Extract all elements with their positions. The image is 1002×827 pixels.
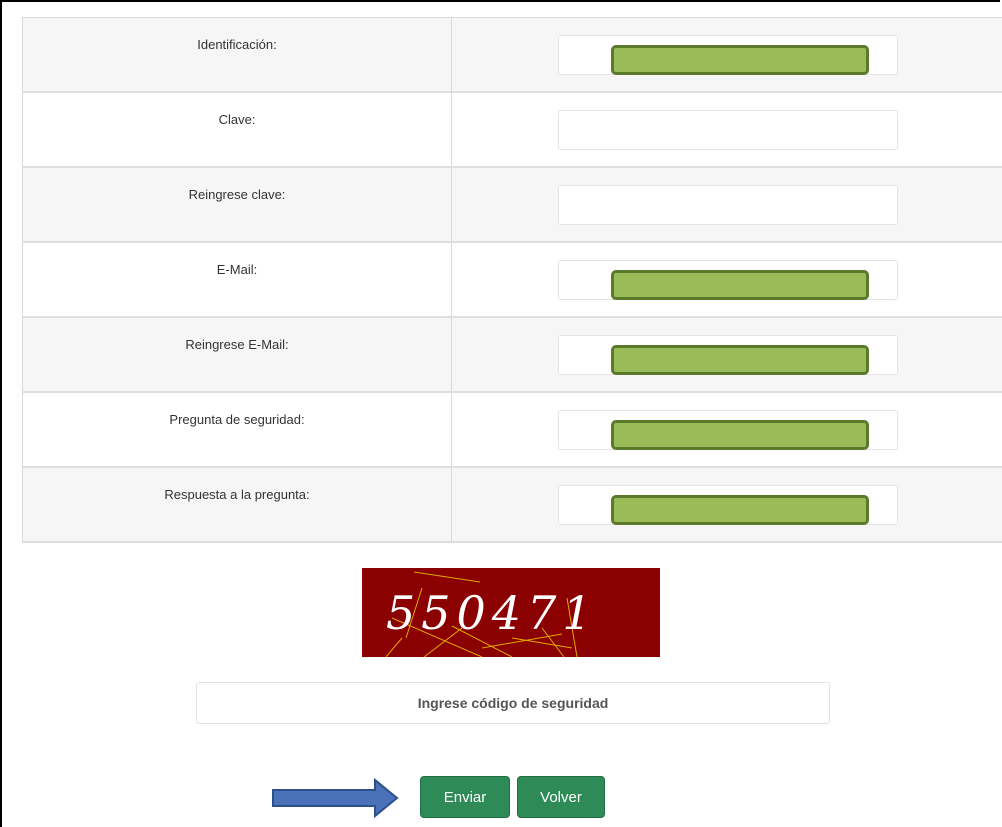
reingrese-email-input[interactable] <box>558 335 898 375</box>
reingrese-clave-label: Reingrese clave: <box>188 187 286 202</box>
form-row-reingrese-clave: Reingrese clave: <box>22 166 1002 243</box>
captcha-image: 550471 <box>362 568 660 657</box>
registration-form: Identificación: Clave: Reingrese clave: … <box>22 17 1002 543</box>
clave-label: Clave: <box>218 112 256 127</box>
form-row-respuesta: Respuesta a la pregunta: <box>22 466 1002 543</box>
reingrese-email-label: Reingrese E-Mail: <box>185 337 289 352</box>
arrow-right-icon <box>272 778 399 818</box>
reingrese-clave-input[interactable] <box>558 185 898 225</box>
form-row-clave: Clave: <box>22 91 1002 168</box>
redaction-marker <box>611 495 869 525</box>
form-row-identificacion: Identificación: <box>22 17 1002 93</box>
redaction-marker <box>611 270 869 300</box>
redaction-marker <box>611 345 869 375</box>
pregunta-label: Pregunta de seguridad: <box>169 412 305 427</box>
identificacion-label: Identificación: <box>197 37 277 52</box>
form-row-pregunta: Pregunta de seguridad: <box>22 391 1002 468</box>
redaction-marker <box>611 420 869 450</box>
form-row-reingrese-email: Reingrese E-Mail: <box>22 316 1002 393</box>
pregunta-select[interactable] <box>558 410 898 450</box>
email-input[interactable] <box>558 260 898 300</box>
captcha-code: 550471 <box>386 586 598 640</box>
respuesta-input[interactable] <box>558 485 898 525</box>
form-row-email: E-Mail: <box>22 241 1002 318</box>
security-code-input[interactable]: Ingrese código de seguridad <box>196 682 830 724</box>
back-button[interactable]: Volver <box>517 776 605 818</box>
clave-input[interactable] <box>558 110 898 150</box>
respuesta-label: Respuesta a la pregunta: <box>164 487 310 502</box>
send-button[interactable]: Enviar <box>420 776 510 818</box>
redaction-marker <box>611 45 869 75</box>
identificacion-input[interactable] <box>558 35 898 75</box>
email-label: E-Mail: <box>216 262 258 277</box>
